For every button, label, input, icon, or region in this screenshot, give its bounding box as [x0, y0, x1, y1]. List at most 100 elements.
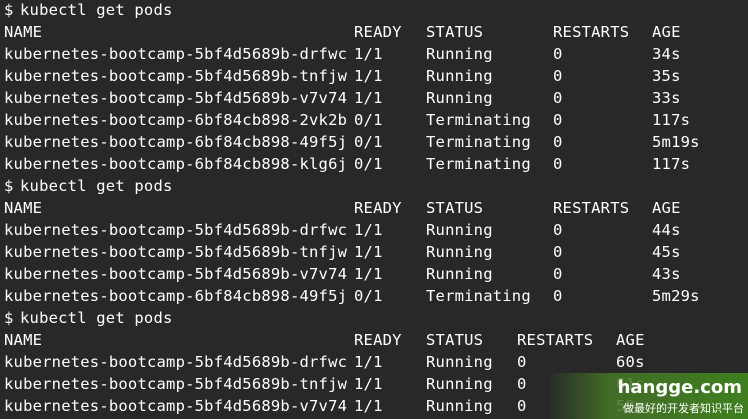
shell-prompt: $ — [4, 1, 14, 19]
table-header: NAME READY STATUS RESTARTS AGE — [0, 329, 748, 351]
watermark-badge: hangge.com 做最好的开发者知识平台 — [548, 373, 748, 419]
command-text: kubectl get pods — [20, 309, 173, 327]
cell-name: kubernetes-bootcamp-5bf4d5689b-drfwc — [4, 353, 348, 371]
cell-ready: 1/1 — [354, 45, 383, 63]
cell-ready: 0/1 — [354, 133, 383, 151]
cell-age: 5m19s — [652, 133, 700, 151]
cell-ready: 0/1 — [354, 155, 383, 173]
cell-restarts: 0 — [553, 155, 563, 173]
column-header-age: AGE — [652, 23, 681, 41]
table-row: kubernetes-bootcamp-5bf4d5689b-drfwc 1/1 R… — [0, 351, 748, 373]
command-line: $ kubectl get pods — [0, 0, 748, 21]
table-header: NAME READY STATUS RESTARTS AGE — [0, 21, 748, 43]
cell-ready: 1/1 — [354, 89, 383, 107]
cell-name: kubernetes-bootcamp-5bf4d5689b-drfwc — [4, 221, 348, 239]
cell-name: kubernetes-bootcamp-5bf4d5689b-tnfjw — [4, 375, 348, 393]
cell-restarts: 0 — [517, 353, 527, 371]
table-row: kubernetes-bootcamp-5bf4d5689b-v7v74 1/1 R… — [0, 263, 748, 285]
cell-ready: 1/1 — [354, 375, 383, 393]
command-line: $ kubectl get pods — [0, 175, 748, 197]
cell-status: Terminating — [426, 111, 531, 129]
cell-name: kubernetes-bootcamp-6bf84cb898-49f5j — [4, 133, 348, 151]
table-row: kubernetes-bootcamp-6bf84cb898-49f5j 0/1 T… — [0, 131, 748, 153]
terminal-output[interactable]: $ kubectl get pods NAME READY STATUS RESTARTS… — [0, 0, 748, 419]
table-row: kubernetes-bootcamp-5bf4d5689b-tnfjw 1/1 R… — [0, 65, 748, 87]
table-row: kubernetes-bootcamp-5bf4d5689b-tnfjw 1/1 R… — [0, 241, 748, 263]
watermark-subtitle: 做最好的开发者知识平台 — [623, 402, 744, 415]
column-header-status: STATUS — [426, 199, 484, 217]
cell-ready: 1/1 — [354, 243, 383, 261]
table-row: kubernetes-bootcamp-5bf4d5689b-drfwc 1/1 R… — [0, 43, 748, 65]
cell-status: Running — [426, 375, 493, 393]
column-header-restarts: RESTARTS — [517, 331, 594, 349]
cell-status: Running — [426, 397, 493, 415]
column-header-ready: READY — [354, 331, 402, 349]
cell-restarts: 0 — [553, 287, 563, 305]
cell-status: Running — [426, 221, 493, 239]
column-header-name: NAME — [4, 23, 43, 41]
cell-ready: 1/1 — [354, 397, 383, 415]
cell-restarts: 0 — [553, 45, 563, 63]
cell-status: Running — [426, 243, 493, 261]
cell-name: kubernetes-bootcamp-6bf84cb898-klg6j — [4, 155, 348, 173]
cell-restarts: 0 — [517, 397, 527, 415]
cell-age: 33s — [652, 89, 681, 107]
table-header: NAME READY STATUS RESTARTS AGE — [0, 197, 748, 219]
column-header-status: STATUS — [426, 23, 484, 41]
cell-name: kubernetes-bootcamp-5bf4d5689b-v7v74 — [4, 397, 348, 415]
column-header-age: AGE — [652, 199, 681, 217]
table-row: kubernetes-bootcamp-6bf84cb898-klg6j 0/1 T… — [0, 153, 748, 175]
table-row: kubernetes-bootcamp-6bf84cb898-49f5j 0/1 T… — [0, 285, 748, 307]
cell-age: 60s — [616, 353, 645, 371]
cell-name: kubernetes-bootcamp-6bf84cb898-49f5j — [4, 287, 348, 305]
table-row: kubernetes-bootcamp-5bf4d5689b-v7v74 1/1 R… — [0, 87, 748, 109]
column-header-restarts: RESTARTS — [553, 23, 630, 41]
cell-age: 5m29s — [652, 287, 700, 305]
command-text: kubectl get pods — [20, 1, 173, 19]
table-row: kubernetes-bootcamp-6bf84cb898-2vk2b 0/1 T… — [0, 109, 748, 131]
command-text: kubectl get pods — [20, 177, 173, 195]
cell-status: Running — [426, 45, 493, 63]
cell-ready: 1/1 — [354, 353, 383, 371]
column-header-age: AGE — [616, 331, 645, 349]
column-header-ready: READY — [354, 23, 402, 41]
cell-name: kubernetes-bootcamp-5bf4d5689b-tnfjw — [4, 243, 348, 261]
cell-ready: 0/1 — [354, 111, 383, 129]
cell-ready: 0/1 — [354, 287, 383, 305]
cell-age: 35s — [652, 67, 681, 85]
cell-status: Terminating — [426, 133, 531, 151]
cell-ready: 1/1 — [354, 265, 383, 283]
column-header-name: NAME — [4, 199, 43, 217]
cell-age: 45s — [652, 243, 681, 261]
column-header-restarts: RESTARTS — [553, 199, 630, 217]
cell-restarts: 0 — [553, 133, 563, 151]
cell-status: Running — [426, 89, 493, 107]
cell-restarts: 0 — [553, 265, 563, 283]
cell-age: 43s — [652, 265, 681, 283]
cell-name: kubernetes-bootcamp-6bf84cb898-2vk2b — [4, 111, 348, 129]
cell-status: Running — [426, 353, 493, 371]
cell-name: kubernetes-bootcamp-5bf4d5689b-drfwc — [4, 45, 348, 63]
cell-ready: 1/1 — [354, 221, 383, 239]
cell-status: Running — [426, 67, 493, 85]
cell-age: 44s — [652, 221, 681, 239]
cell-restarts: 0 — [517, 375, 527, 393]
cell-ready: 1/1 — [354, 67, 383, 85]
column-header-ready: READY — [354, 199, 402, 217]
cell-restarts: 0 — [553, 243, 563, 261]
cell-restarts: 0 — [553, 67, 563, 85]
column-header-status: STATUS — [426, 331, 484, 349]
cell-age: 117s — [652, 155, 691, 173]
cell-age: 34s — [652, 45, 681, 63]
shell-prompt: $ — [4, 177, 14, 195]
watermark-title: hangge.com — [617, 377, 742, 398]
cell-restarts: 0 — [553, 221, 563, 239]
cell-name: kubernetes-bootcamp-5bf4d5689b-v7v74 — [4, 265, 348, 283]
cell-restarts: 0 — [553, 89, 563, 107]
cell-restarts: 0 — [553, 111, 563, 129]
cell-age: 117s — [652, 111, 691, 129]
cell-status: Terminating — [426, 155, 531, 173]
cell-status: Running — [426, 265, 493, 283]
cell-name: kubernetes-bootcamp-5bf4d5689b-tnfjw — [4, 67, 348, 85]
cell-name: kubernetes-bootcamp-5bf4d5689b-v7v74 — [4, 89, 348, 107]
